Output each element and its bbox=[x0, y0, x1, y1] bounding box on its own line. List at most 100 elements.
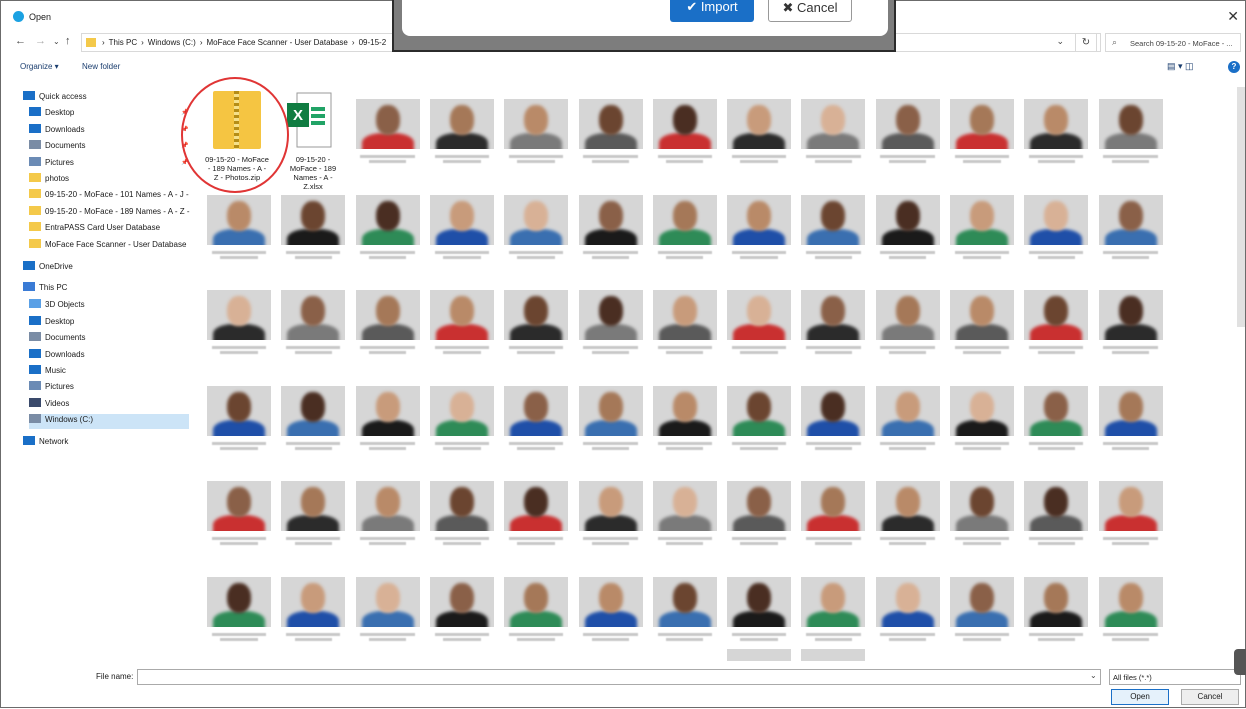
photo-thumbnail[interactable] bbox=[801, 99, 866, 149]
nav-item[interactable]: 3D Objects bbox=[29, 299, 189, 314]
photo-thumbnail[interactable] bbox=[1024, 194, 1089, 245]
photo-thumbnail[interactable] bbox=[355, 99, 420, 149]
photo-thumbnail[interactable] bbox=[727, 649, 792, 661]
view-options-icon[interactable]: ▤ ▾ ◫ bbox=[1167, 61, 1194, 72]
open-button[interactable]: Open bbox=[1111, 689, 1169, 705]
photo-thumbnail[interactable] bbox=[950, 99, 1014, 149]
photo-thumbnail[interactable] bbox=[801, 576, 866, 627]
breadcrumb-item[interactable]: MoFace Face Scanner - User Database bbox=[206, 38, 347, 47]
photo-thumbnail[interactable] bbox=[652, 290, 717, 340]
photo-thumbnail[interactable] bbox=[578, 99, 643, 149]
nav-item[interactable]: EntraPASS Card User Database bbox=[29, 222, 189, 237]
photo-thumbnail[interactable] bbox=[727, 576, 792, 627]
photo-thumbnail[interactable] bbox=[207, 194, 271, 245]
nav-item[interactable]: Pictures bbox=[29, 157, 189, 172]
photo-thumbnail[interactable] bbox=[429, 194, 494, 245]
nav-item[interactable]: Desktop bbox=[29, 316, 189, 331]
photo-thumbnail[interactable] bbox=[429, 99, 494, 149]
photo-thumbnail[interactable] bbox=[727, 99, 792, 149]
refresh-button[interactable]: ↻ bbox=[1075, 33, 1097, 52]
photo-thumbnail[interactable] bbox=[281, 194, 346, 245]
vertical-scrollbar[interactable] bbox=[1237, 87, 1245, 327]
chevron-down-icon[interactable]: ⌄ bbox=[1090, 671, 1097, 680]
search-input[interactable]: ⌕ Search 09-15-20 - MoFace - ... bbox=[1105, 33, 1241, 52]
photo-thumbnail[interactable] bbox=[801, 194, 866, 245]
photo-thumbnail[interactable] bbox=[652, 385, 717, 436]
photo-thumbnail[interactable] bbox=[652, 576, 717, 627]
nav-item[interactable]: Network bbox=[23, 436, 189, 451]
nav-item[interactable]: 09-15-20 - MoFace - 189 Names - A - Z - bbox=[29, 206, 190, 221]
photo-thumbnail[interactable] bbox=[355, 290, 420, 340]
photo-thumbnail[interactable] bbox=[727, 194, 792, 245]
cancel-button[interactable]: Cancel bbox=[1181, 689, 1239, 705]
breadcrumb[interactable]: › This PC › Windows (C:) › MoFace Face Scanne… bbox=[102, 38, 390, 47]
photo-thumbnail[interactable] bbox=[801, 481, 866, 531]
photo-thumbnail[interactable] bbox=[652, 99, 717, 149]
photo-thumbnail[interactable] bbox=[281, 576, 346, 627]
nav-item[interactable]: Videos bbox=[29, 398, 189, 413]
photo-thumbnail[interactable] bbox=[578, 385, 643, 436]
photo-thumbnail[interactable] bbox=[1098, 576, 1163, 627]
photo-thumbnail[interactable] bbox=[875, 481, 940, 531]
photo-thumbnail[interactable] bbox=[504, 290, 569, 340]
photo-thumbnail[interactable] bbox=[504, 576, 569, 627]
photo-thumbnail[interactable] bbox=[652, 481, 717, 531]
nav-item[interactable]: Desktop bbox=[29, 107, 189, 122]
photo-thumbnail[interactable] bbox=[875, 385, 940, 436]
breadcrumb-item[interactable]: 09-15-2 bbox=[359, 38, 387, 47]
nav-item[interactable]: Downloads bbox=[29, 349, 189, 364]
nav-item[interactable]: Windows (C:) bbox=[29, 414, 189, 429]
photo-thumbnail[interactable] bbox=[875, 576, 940, 627]
photo-thumbnail[interactable] bbox=[950, 481, 1014, 531]
nav-item[interactable]: OneDrive bbox=[23, 261, 189, 276]
photo-thumbnail[interactable] bbox=[504, 385, 569, 436]
photo-thumbnail[interactable] bbox=[727, 385, 792, 436]
import-button[interactable]: ✔ Import bbox=[670, 0, 754, 22]
photo-thumbnail[interactable] bbox=[429, 481, 494, 531]
nav-item[interactable]: 09-15-20 - MoFace - 101 Names - A - J - bbox=[29, 189, 189, 204]
new-folder-button[interactable]: New folder bbox=[82, 62, 120, 71]
photo-thumbnail[interactable] bbox=[578, 576, 643, 627]
photo-thumbnail[interactable] bbox=[281, 290, 346, 340]
photo-thumbnail[interactable] bbox=[875, 194, 940, 245]
photo-thumbnail[interactable] bbox=[281, 385, 346, 436]
side-tab[interactable] bbox=[1234, 649, 1246, 675]
photo-thumbnail[interactable] bbox=[1024, 481, 1089, 531]
photo-thumbnail[interactable] bbox=[355, 385, 420, 436]
nav-item[interactable]: MoFace Face Scanner - User Database bbox=[29, 239, 189, 254]
photo-thumbnail[interactable] bbox=[578, 194, 643, 245]
back-arrow-icon[interactable]: ← bbox=[15, 35, 26, 47]
photo-thumbnail[interactable] bbox=[950, 290, 1014, 340]
close-icon[interactable]: ✕ bbox=[1227, 8, 1239, 25]
photo-thumbnail[interactable] bbox=[1024, 385, 1089, 436]
photo-thumbnail[interactable] bbox=[727, 290, 792, 340]
photo-thumbnail[interactable] bbox=[875, 99, 940, 149]
forward-arrow-icon[interactable]: → bbox=[35, 35, 46, 47]
photo-thumbnail[interactable] bbox=[281, 481, 346, 531]
photo-thumbnail[interactable] bbox=[355, 576, 420, 627]
photo-thumbnail[interactable] bbox=[504, 99, 569, 149]
nav-item[interactable]: Pictures bbox=[29, 381, 189, 396]
file-type-select[interactable]: All files (*.*) bbox=[1109, 669, 1241, 685]
photo-thumbnail[interactable] bbox=[429, 576, 494, 627]
photo-thumbnail[interactable] bbox=[950, 194, 1014, 245]
photo-thumbnail[interactable] bbox=[355, 194, 420, 245]
chevron-down-icon[interactable]: ⌄ bbox=[1056, 36, 1064, 47]
photo-thumbnail[interactable] bbox=[504, 194, 569, 245]
nav-item[interactable]: Documents bbox=[29, 140, 189, 155]
nav-item[interactable]: photos bbox=[29, 173, 189, 188]
photo-thumbnail[interactable] bbox=[578, 290, 643, 340]
photo-thumbnail[interactable] bbox=[1024, 290, 1089, 340]
nav-item[interactable]: Quick access bbox=[23, 91, 189, 106]
photo-thumbnail[interactable] bbox=[1024, 99, 1089, 149]
photo-thumbnail[interactable] bbox=[1098, 290, 1163, 340]
photo-thumbnail[interactable] bbox=[652, 194, 717, 245]
photo-thumbnail[interactable] bbox=[801, 649, 866, 661]
breadcrumb-item[interactable]: Windows (C:) bbox=[148, 38, 196, 47]
photo-thumbnail[interactable] bbox=[727, 481, 792, 531]
photo-thumbnail[interactable] bbox=[429, 290, 494, 340]
photo-thumbnail[interactable] bbox=[207, 385, 271, 436]
photo-thumbnail[interactable] bbox=[801, 290, 866, 340]
up-arrow-icon[interactable]: ↑ bbox=[65, 35, 71, 47]
photo-thumbnail[interactable] bbox=[875, 290, 940, 340]
